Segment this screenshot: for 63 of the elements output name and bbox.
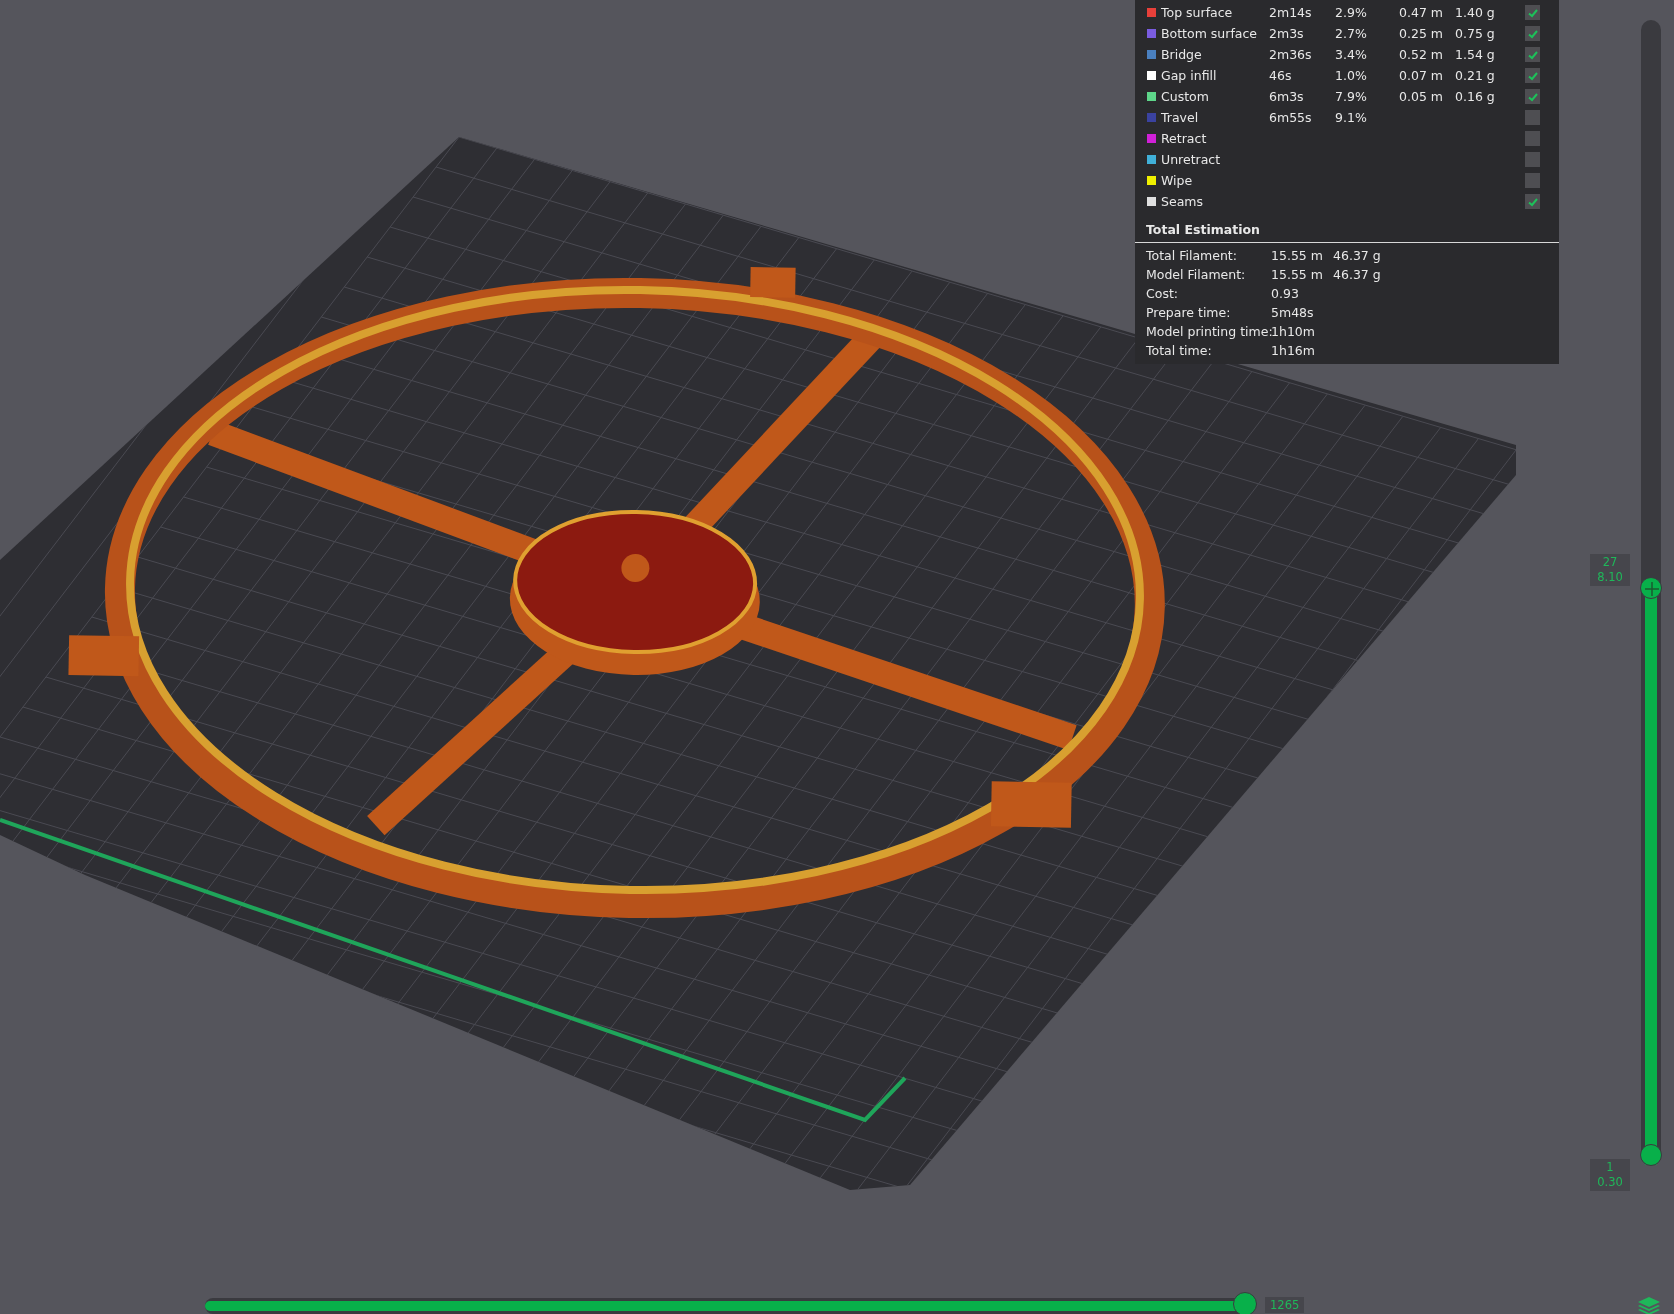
feature-name: Retract [1161,131,1208,146]
feature-name: Unretract [1161,152,1222,167]
estimate-label: Model Filament: [1146,267,1247,282]
visibility-checkbox[interactable] [1525,131,1540,146]
feature-weight: 0.75 g [1455,26,1495,41]
visibility-checkbox[interactable] [1525,194,1540,209]
feature-percent: 7.9% [1335,89,1367,104]
feature-percent: 2.9% [1335,5,1367,20]
feature-time: 6m3s [1269,89,1304,104]
feature-weight: 0.21 g [1455,68,1495,83]
feature-time: 2m14s [1269,5,1312,20]
feature-length: 0.47 m [1399,5,1443,20]
feature-length: 0.05 m [1399,89,1443,104]
estimate-label: Prepare time: [1146,305,1232,320]
estimate-value: 15.55 m [1271,267,1324,282]
feature-weight: 1.54 g [1455,47,1495,62]
feature-name: Bottom surface [1161,26,1259,41]
feature-time: 46s [1269,68,1292,83]
feature-name: Gap infill [1161,68,1218,83]
estimate-value: 1h16m [1271,343,1316,358]
visibility-checkbox[interactable] [1525,47,1540,62]
estimate-value: 15.55 m [1271,248,1324,263]
feature-length: 0.07 m [1399,68,1443,83]
feature-percent: 9.1% [1335,110,1367,125]
visibility-checkbox[interactable] [1525,68,1540,83]
feature-time: 6m55s [1269,110,1312,125]
visibility-checkbox[interactable] [1525,173,1540,188]
estimate-value: 1h10m [1271,324,1316,339]
feature-weight: 0.16 g [1455,89,1495,104]
visibility-checkbox[interactable] [1525,89,1540,104]
estimate-label: Model printing time: [1146,324,1271,339]
feature-length: 0.25 m [1399,26,1443,41]
estimate-value: 0.93 [1271,286,1300,301]
feature-time: 2m36s [1269,47,1312,62]
feature-percent: 1.0% [1335,68,1367,83]
move-slider-handle[interactable] [1233,1292,1257,1314]
feature-name: Seams [1161,194,1204,209]
feature-name: Wipe [1161,173,1194,188]
feature-name: Bridge [1161,47,1203,62]
feature-percent: 2.7% [1335,26,1367,41]
move-tooltip: 1265 [1265,1297,1305,1313]
section-title: Total Estimation [1135,212,1559,243]
feature-length: 0.52 m [1399,47,1443,62]
estimate-value: 46.37 g [1333,267,1381,282]
visibility-checkbox[interactable] [1525,5,1540,20]
layer-tooltip: 1 0.30 [1590,1159,1630,1191]
layer-tooltip: 27 8.10 [1590,553,1630,586]
estimate-value: 46.37 g [1333,248,1381,263]
feature-weight: 1.40 g [1455,5,1495,20]
feature-time: 2m3s [1269,26,1304,41]
feature-name: Top surface [1161,5,1234,20]
visibility-checkbox[interactable] [1525,110,1540,125]
layers-icon[interactable] [1637,1296,1661,1314]
visibility-checkbox[interactable] [1525,26,1540,41]
feature-percent: 3.4% [1335,47,1367,62]
layer-slider-handle[interactable] [1640,1144,1662,1166]
estimate-label: Cost: [1146,286,1179,301]
estimate-value: 5m48s [1271,305,1315,320]
feature-name: Travel [1161,110,1200,125]
estimate-label: Total Filament: [1146,248,1238,263]
estimate-label: Total time: [1146,343,1213,358]
visibility-checkbox[interactable] [1525,152,1540,167]
feature-name: Custom [1161,89,1210,104]
